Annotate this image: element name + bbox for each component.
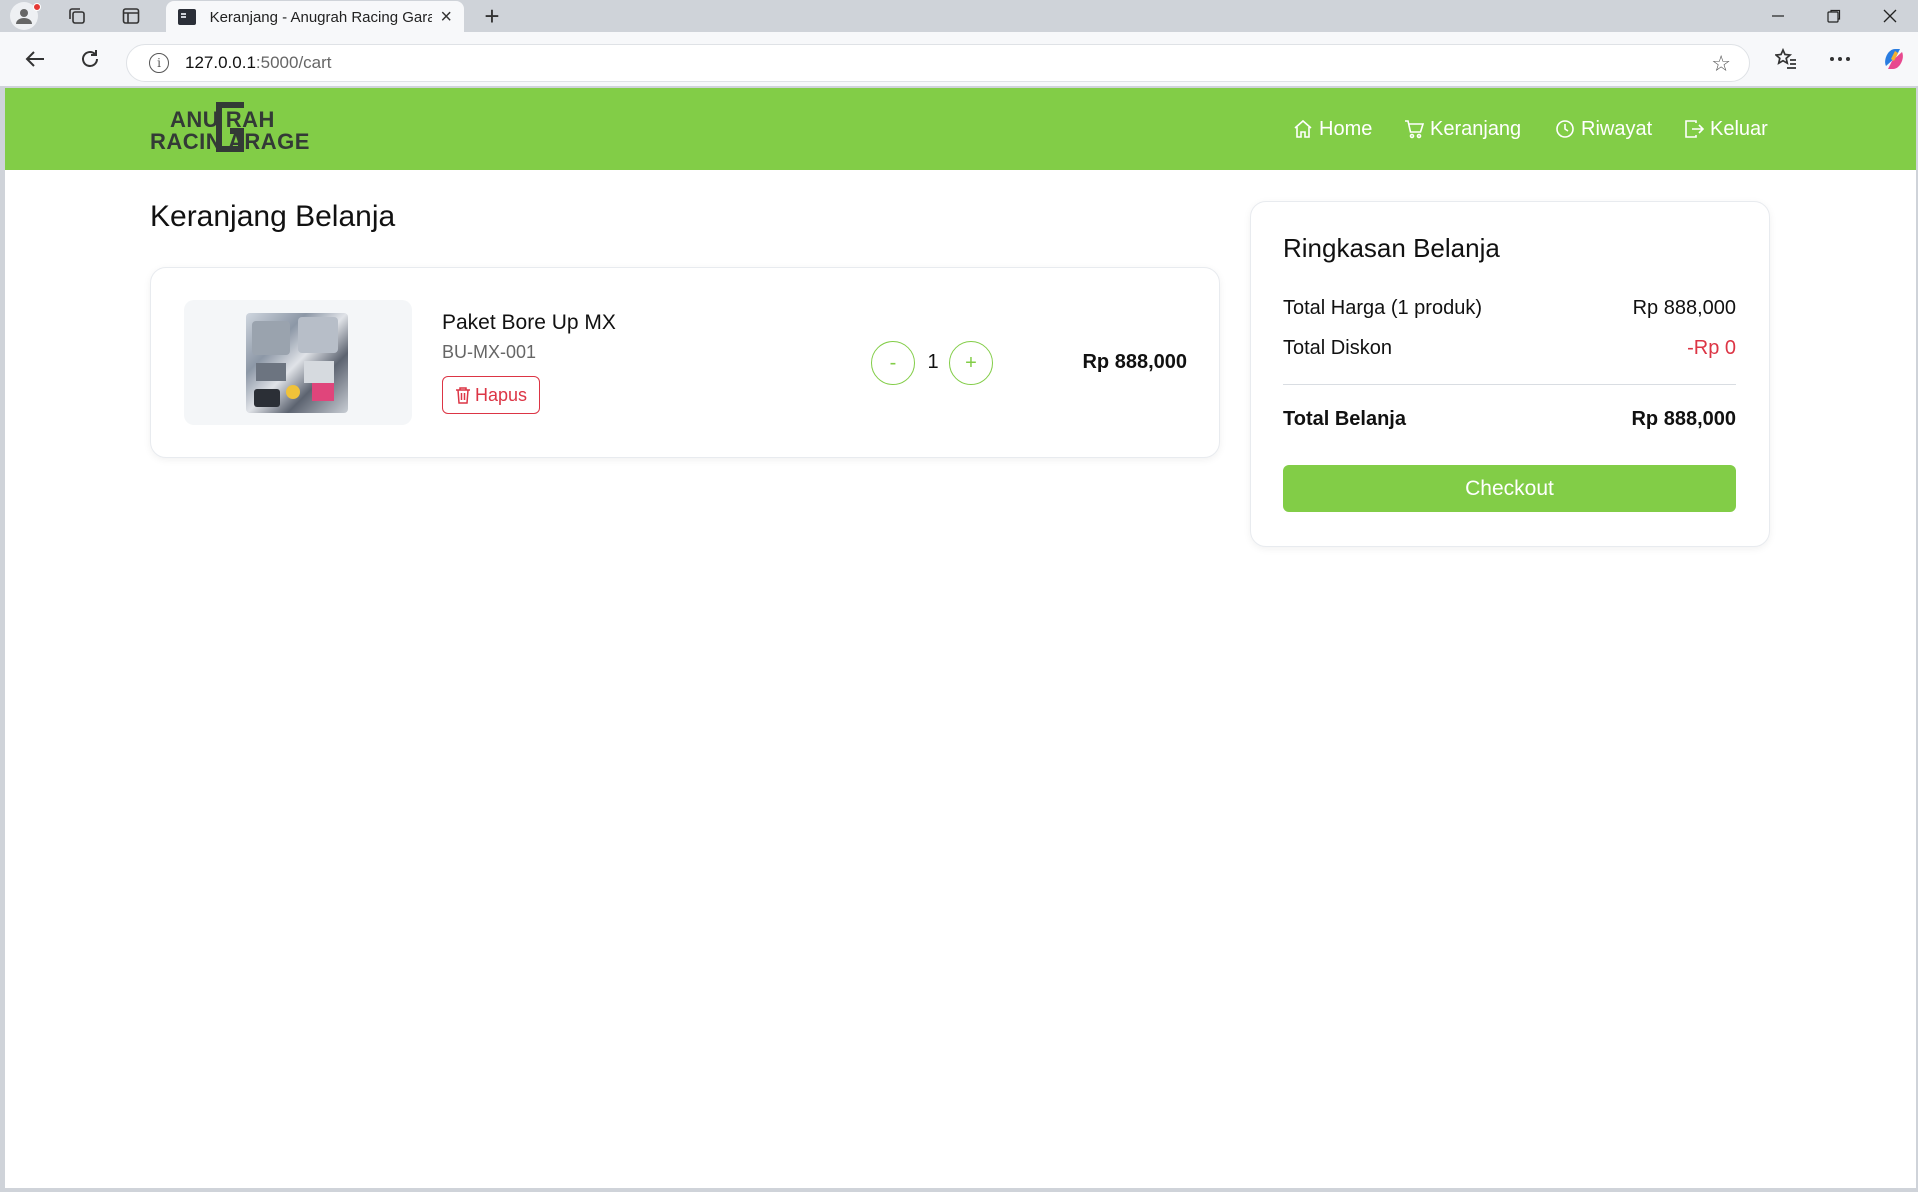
logout-icon (1685, 120, 1704, 138)
nav-logout-link[interactable]: Keluar (1684, 116, 1768, 142)
total-price-value: Rp 888,000 (1632, 297, 1736, 319)
favorites-list-icon[interactable] (1768, 43, 1804, 75)
trash-icon (455, 387, 470, 404)
nav-history-label: Riwayat (1581, 117, 1653, 140)
workspaces-icon[interactable] (62, 2, 92, 30)
notification-dot-icon (33, 3, 41, 11)
reload-icon[interactable] (72, 43, 108, 75)
summary-title: Ringkasan Belanja (1283, 233, 1500, 263)
grand-total-label: Total Belanja (1283, 408, 1406, 430)
tab-title: Keranjang - Anugrah Racing Garage (209, 8, 433, 26)
decrease-quantity-button[interactable]: - (871, 341, 915, 385)
cart-icon (1405, 120, 1424, 139)
more-options-icon[interactable] (1822, 43, 1858, 75)
logo-g-mark (216, 102, 244, 152)
nav-home-label: Home (1319, 117, 1373, 140)
home-icon (1294, 119, 1312, 138)
item-price: Rp 888,000 (1082, 351, 1187, 373)
close-window-icon[interactable] (1862, 0, 1918, 32)
anugrah-racing-garage-logo[interactable]: ANU RAH RACIN ARAGE (150, 100, 325, 156)
url-text: 127.0.0.1:5000/cart (185, 53, 332, 72)
vertical-tabs-icon[interactable] (116, 2, 146, 30)
profile-button[interactable] (10, 2, 41, 32)
discount-value: -Rp 0 (1687, 337, 1736, 359)
back-arrow-icon[interactable] (17, 43, 53, 75)
nav-history-link[interactable]: Riwayat (1555, 116, 1652, 142)
nav-home-link[interactable]: Home (1293, 116, 1372, 142)
new-tab-icon[interactable]: + (476, 0, 508, 32)
remove-item-label: Hapus (474, 384, 528, 405)
address-bar[interactable]: i 127.0.0.1:5000/cart ☆ (126, 44, 1750, 82)
discount-label: Total Diskon (1283, 337, 1392, 359)
nav-cart-link[interactable]: Keranjang (1404, 116, 1521, 142)
grand-total-value: Rp 888,000 (1631, 408, 1736, 430)
browser-tab-active[interactable]: Keranjang - Anugrah Racing Garage × (166, 1, 464, 33)
terminal-favicon-icon (178, 9, 196, 25)
product-name[interactable]: Paket Bore Up MX (442, 311, 616, 335)
clock-icon (1556, 120, 1574, 138)
summary-divider (1283, 384, 1736, 385)
page-title: Keranjang Belanja (150, 200, 396, 233)
product-image[interactable] (184, 300, 412, 425)
total-price-label: Total Harga (1 produk) (1283, 297, 1482, 319)
remove-item-button[interactable]: Hapus (442, 376, 540, 414)
copilot-icon[interactable] (1876, 43, 1912, 75)
minimize-icon[interactable] (1750, 0, 1806, 32)
checkout-button[interactable]: Checkout (1283, 465, 1736, 512)
nav-cart-label: Keranjang (1430, 117, 1522, 140)
restore-icon[interactable] (1806, 0, 1862, 32)
product-sku: BU-MX-001 (442, 342, 537, 362)
site-info-icon[interactable]: i (149, 53, 169, 73)
quantity-value: 1 (927, 351, 939, 373)
nav-logout-label: Keluar (1710, 117, 1768, 140)
increase-quantity-button[interactable]: + (949, 341, 993, 385)
favorite-star-icon[interactable]: ☆ (1711, 51, 1731, 77)
close-tab-icon[interactable]: × (440, 6, 452, 29)
bore-up-kit-photo (246, 313, 348, 413)
